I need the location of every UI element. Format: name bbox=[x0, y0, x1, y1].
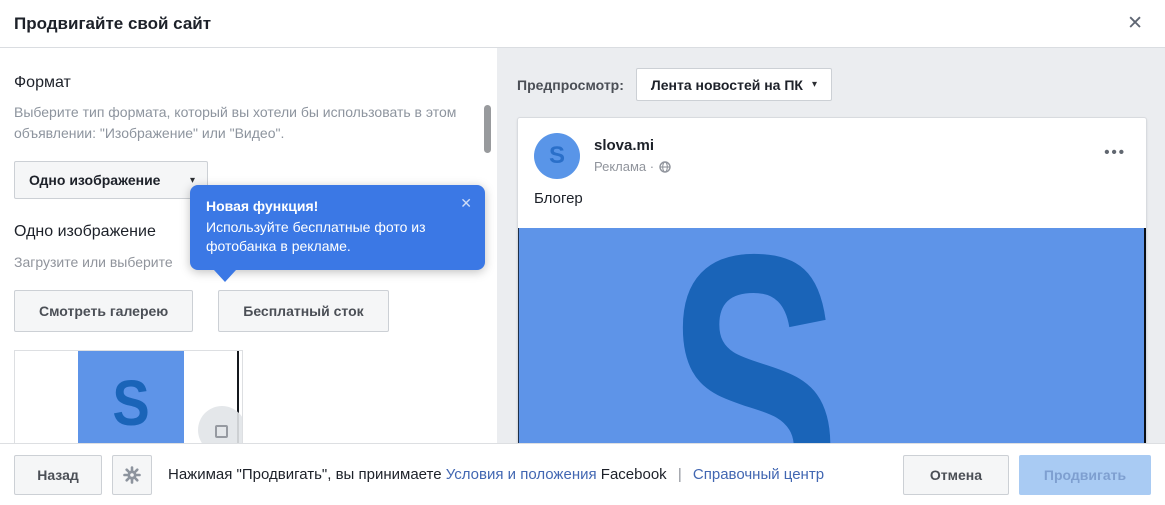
post-text: Блогер bbox=[534, 190, 583, 207]
sponsored-row: Реклама · bbox=[594, 159, 671, 174]
tooltip-title: Новая функция! bbox=[206, 198, 469, 214]
view-gallery-button[interactable]: Смотреть галерею bbox=[14, 290, 193, 332]
tooltip-body: Используйте бесплатные фото из фотобанка… bbox=[206, 218, 436, 256]
avatar[interactable]: S bbox=[534, 133, 580, 179]
facebook-word: Facebook bbox=[601, 466, 667, 483]
preview-header: Предпросмотр: Лента новостей на ПК ▾ bbox=[517, 68, 832, 101]
chevron-down-icon: ▾ bbox=[812, 79, 817, 90]
dialog-header: Продвигайте свой сайт ✕ bbox=[0, 0, 1165, 48]
post-options-icon[interactable]: ••• bbox=[1104, 144, 1126, 161]
tooltip-close-icon[interactable]: ✕ bbox=[460, 195, 472, 212]
back-button[interactable]: Назад bbox=[14, 455, 102, 495]
dialog-title: Продвигайте свой сайт bbox=[14, 14, 211, 34]
terms-link[interactable]: Условия и положения bbox=[446, 466, 597, 483]
legal-separator: | bbox=[678, 466, 682, 483]
left-panel-scrollbar[interactable] bbox=[484, 105, 491, 153]
dialog-footer: Назад Нажимая "Продвигать", вы принимает… bbox=[0, 443, 1165, 505]
placement-dropdown-value: Лента новостей на ПК bbox=[651, 77, 803, 93]
free-stock-button[interactable]: Бесплатный сток bbox=[218, 290, 388, 332]
preview-panel: Предпросмотр: Лента новостей на ПК ▾ S s… bbox=[497, 48, 1165, 443]
ad-image: S bbox=[518, 228, 1146, 443]
format-panel: Формат Выберите тип формата, который вы … bbox=[0, 48, 497, 443]
chevron-down-icon: ▾ bbox=[190, 175, 195, 186]
close-icon[interactable]: ✕ bbox=[1119, 10, 1151, 37]
selected-image-thumbnail[interactable]: S bbox=[14, 350, 243, 443]
preview-label: Предпросмотр: bbox=[517, 77, 624, 93]
promote-site-dialog: Продвигайте свой сайт ✕ Формат Выберите … bbox=[0, 0, 1165, 505]
format-section-title: Формат bbox=[14, 74, 483, 92]
crop-image-button[interactable] bbox=[198, 406, 243, 443]
settings-button[interactable] bbox=[112, 455, 152, 495]
tooltip-arrow bbox=[214, 270, 236, 282]
cancel-button[interactable]: Отмена bbox=[903, 455, 1009, 495]
legal-prefix: Нажимая "Продвигать", вы принимаете bbox=[168, 466, 442, 483]
promote-button[interactable]: Продвигать bbox=[1019, 455, 1151, 495]
help-center-link[interactable]: Справочный центр bbox=[693, 466, 824, 483]
thumbnail-letter: S bbox=[112, 365, 149, 440]
page-name-link[interactable]: slova.mi bbox=[594, 137, 654, 154]
crop-icon bbox=[215, 425, 228, 438]
avatar-letter: S bbox=[549, 142, 565, 170]
format-dropdown[interactable]: Одно изображение ▾ bbox=[14, 161, 208, 199]
format-description: Выберите тип формата, который вы хотели … bbox=[14, 102, 474, 144]
thumbnail-image: S bbox=[78, 351, 184, 443]
ad-preview-card: S slova.mi Реклама · ••• Блогер S bbox=[517, 117, 1147, 443]
globe-icon bbox=[659, 161, 671, 173]
legal-text: Нажимая "Продвигать", вы принимаете Усло… bbox=[168, 466, 824, 483]
dialog-body: Формат Выберите тип формата, который вы … bbox=[0, 48, 1165, 443]
sponsored-label: Реклама · bbox=[594, 159, 654, 174]
gear-icon bbox=[123, 466, 141, 484]
image-source-buttons: Смотреть галерею Бесплатный сток bbox=[14, 290, 483, 332]
placement-dropdown[interactable]: Лента новостей на ПК ▾ bbox=[636, 68, 832, 101]
ad-image-letter: S bbox=[667, 242, 840, 443]
new-feature-tooltip: Новая функция! Используйте бесплатные фо… bbox=[190, 185, 485, 270]
format-dropdown-value: Одно изображение bbox=[29, 172, 160, 188]
